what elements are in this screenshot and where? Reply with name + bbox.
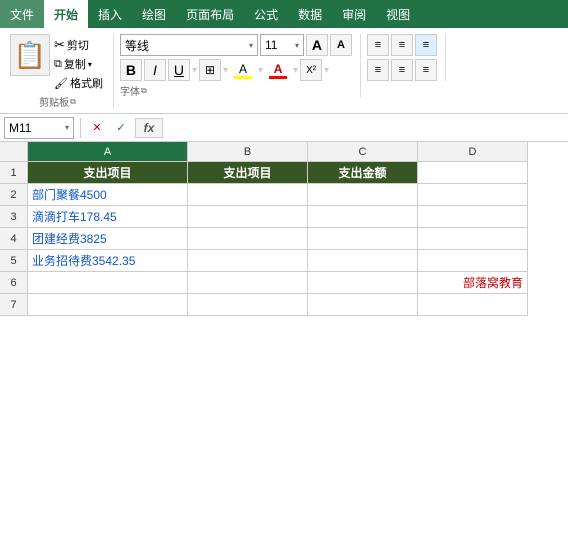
align-right-button[interactable]: ≡ <box>415 59 437 81</box>
cell-b2[interactable] <box>188 184 308 206</box>
cell-a3[interactable]: 滴滴打车178.45 <box>28 206 188 228</box>
cell-a6[interactable] <box>28 272 188 294</box>
cell-d3[interactable] <box>418 206 528 228</box>
cell-c5[interactable] <box>308 250 418 272</box>
border-button[interactable]: ⊞ <box>199 59 221 81</box>
cell-c1[interactable]: 支出金额 <box>308 162 418 184</box>
menu-data[interactable]: 数据 <box>288 0 332 28</box>
corner-cell[interactable] <box>0 142 28 162</box>
cell-a2[interactable]: 部门聚餐4500 <box>28 184 188 206</box>
italic-button[interactable]: I <box>144 59 166 81</box>
confirm-button[interactable]: ✓ <box>111 118 131 138</box>
cell-a7[interactable] <box>28 294 188 316</box>
cell-b3[interactable] <box>188 206 308 228</box>
table-row: 业务招待费3542.35 <box>28 250 568 272</box>
cell-c6[interactable] <box>308 272 418 294</box>
cell-a5[interactable]: 业务招待费3542.35 <box>28 250 188 272</box>
col-headers: A B C D <box>0 142 568 162</box>
font-grow-button[interactable]: A <box>306 34 328 56</box>
spreadsheet: A B C D 1 2 3 4 5 6 7 支出项目 支出项目 支出金额 <box>0 142 568 316</box>
cell-d1[interactable] <box>418 162 528 184</box>
cancel-button[interactable]: ✕ <box>87 118 107 138</box>
row-head-3[interactable]: 3 <box>0 206 28 228</box>
cell-d6[interactable]: 部落窝教育 <box>418 272 528 294</box>
paste-button[interactable]: 📋 <box>10 34 50 76</box>
menu-file[interactable]: 文件 <box>0 0 44 28</box>
menu-draw[interactable]: 绘图 <box>132 0 176 28</box>
row-head-5[interactable]: 5 <box>0 250 28 272</box>
menu-bar: 文件 开始 插入 绘图 页面布局 公式 数据 审阅 视图 <box>0 0 568 28</box>
cell-c2[interactable] <box>308 184 418 206</box>
align-top-left-button[interactable]: ≡ <box>367 34 389 56</box>
col-header-d[interactable]: D <box>418 142 528 162</box>
name-box[interactable]: M11 ▾ <box>4 117 74 139</box>
ribbon: 📋 ✂剪切 ⧉复制▾ 🖌格式刷 剪贴板⧉ <box>0 28 568 114</box>
formula-divider <box>80 118 81 138</box>
row-head-4[interactable]: 4 <box>0 228 28 250</box>
font-size-selector[interactable]: 11 ▾ <box>260 34 304 56</box>
font-name-selector[interactable]: 等线 ▾ <box>120 34 258 56</box>
cell-d5[interactable] <box>418 250 528 272</box>
font-color-button[interactable]: A <box>265 62 291 79</box>
table-row: 支出项目 支出项目 支出金额 <box>28 162 568 184</box>
highlight-color-button[interactable]: A <box>230 62 256 79</box>
row-head-2[interactable]: 2 <box>0 184 28 206</box>
cell-b1[interactable]: 支出项目 <box>188 162 308 184</box>
sheet-grid: 支出项目 支出项目 支出金额 部门聚餐4500 滴滴打车178.45 <box>28 162 568 316</box>
row-head-7[interactable]: 7 <box>0 294 28 316</box>
cut-button[interactable]: ✂剪切 <box>52 36 105 54</box>
col-header-c[interactable]: C <box>308 142 418 162</box>
cell-c7[interactable] <box>308 294 418 316</box>
align-center-button[interactable]: ≡ <box>391 59 413 81</box>
align-left-button[interactable]: ≡ <box>367 59 389 81</box>
row-head-6[interactable]: 6 <box>0 272 28 294</box>
cell-a1[interactable]: 支出项目 <box>28 162 188 184</box>
underline-button[interactable]: U <box>168 59 190 81</box>
col-header-a[interactable]: A <box>28 142 188 162</box>
table-row: 团建经费3825 <box>28 228 568 250</box>
cell-c3[interactable] <box>308 206 418 228</box>
menu-home[interactable]: 开始 <box>44 0 88 28</box>
superscript-button[interactable]: X² <box>300 59 322 81</box>
menu-review[interactable]: 审阅 <box>332 0 376 28</box>
menu-view[interactable]: 视图 <box>376 0 420 28</box>
sheet-body: 1 2 3 4 5 6 7 支出项目 支出项目 支出金额 部门聚餐4500 <box>0 162 568 316</box>
col-header-b[interactable]: B <box>188 142 308 162</box>
menu-formula[interactable]: 公式 <box>244 0 288 28</box>
menu-page-layout[interactable]: 页面布局 <box>176 0 244 28</box>
clipboard-label: 剪贴板⧉ <box>39 94 76 109</box>
cell-a4[interactable]: 团建经费3825 <box>28 228 188 250</box>
formula-bar: M11 ▾ ✕ ✓ fx <box>0 114 568 142</box>
align-top-center-button[interactable]: ≡ <box>391 34 413 56</box>
formula-input[interactable] <box>167 117 564 139</box>
cell-d7[interactable] <box>418 294 528 316</box>
font-shrink-button[interactable]: A <box>330 34 352 56</box>
bold-button[interactable]: B <box>120 59 142 81</box>
align-top-right-button[interactable]: ≡ <box>415 34 437 56</box>
table-row: 滴滴打车178.45 <box>28 206 568 228</box>
cell-b6[interactable] <box>188 272 308 294</box>
cell-b4[interactable] <box>188 228 308 250</box>
row-head-1[interactable]: 1 <box>0 162 28 184</box>
format-painter-button[interactable]: 🖌格式刷 <box>52 74 105 92</box>
cell-b5[interactable] <box>188 250 308 272</box>
table-row: 部落窝教育 <box>28 272 568 294</box>
row-headers: 1 2 3 4 5 6 7 <box>0 162 28 316</box>
cell-d4[interactable] <box>418 228 528 250</box>
copy-button[interactable]: ⧉复制▾ <box>52 55 105 73</box>
table-row <box>28 294 568 316</box>
fx-button[interactable]: fx <box>135 118 163 138</box>
cell-d2[interactable] <box>418 184 528 206</box>
menu-insert[interactable]: 插入 <box>88 0 132 28</box>
cell-c4[interactable] <box>308 228 418 250</box>
table-row: 部门聚餐4500 <box>28 184 568 206</box>
cell-b7[interactable] <box>188 294 308 316</box>
font-label: 字体⧉ <box>120 83 352 98</box>
